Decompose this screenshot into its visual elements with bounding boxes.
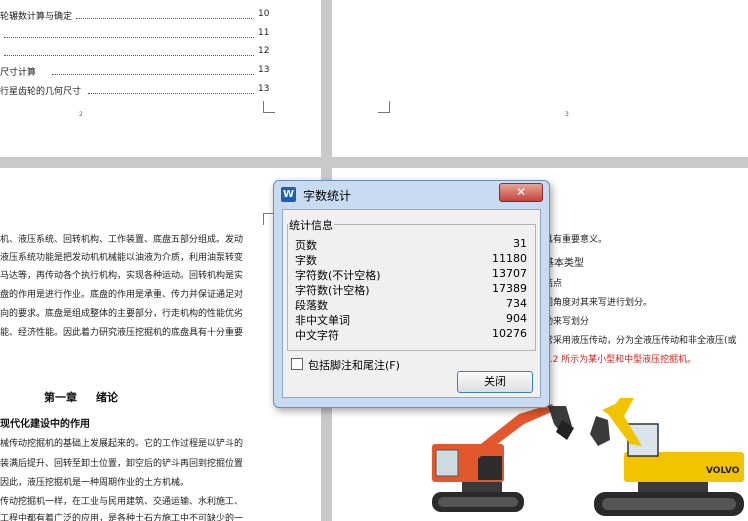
stat-row-non-chinese-words: 非中文单词 904 — [295, 312, 527, 327]
body-text-line: 因此，液压挖掘机是一种周期作业的土方机械。 — [0, 478, 190, 488]
toc-leader — [52, 65, 254, 75]
stats-group-label: 统计信息 — [288, 217, 334, 233]
orange-excavator — [432, 404, 574, 512]
stat-row-words: 字数 11180 — [295, 252, 527, 267]
chapter-label: 第一章 — [44, 391, 77, 404]
stat-label: 字符数(不计空格) — [295, 269, 381, 282]
toc-leader — [4, 46, 254, 56]
body-text-line: 机、液压系统、回转机构、工作装置、底盘五部分组成。发动 — [0, 235, 244, 245]
document-page-top-left: 轮辗数计算与确定 10 11 12 尺寸计算 13 行星齿轮的几何尺寸 13 2 — [0, 0, 321, 157]
toc-entry[interactable]: 11 — [0, 28, 270, 42]
body-text-line: 动来写划分 — [544, 317, 590, 327]
margin-corner-mark — [263, 101, 275, 113]
toc-entry-page: 13 — [258, 65, 270, 75]
yellow-excavator: VOLVO — [590, 398, 744, 516]
toc-entry[interactable]: 轮辗数计算与确定 10 — [0, 9, 270, 23]
close-button[interactable]: 关闭 — [457, 371, 533, 393]
toc-entry-page: 12 — [258, 46, 270, 56]
toc-leader — [88, 84, 254, 94]
toc-entry-title: 行星齿轮的几何尺寸 — [0, 87, 82, 97]
toc-entry-page: 11 — [258, 28, 270, 38]
brand-label: VOLVO — [706, 466, 740, 476]
stat-value: 734 — [506, 297, 527, 310]
toc-entry[interactable]: 行星齿轮的几何尺寸 13 — [0, 84, 270, 98]
body-text-line: 基本类型 — [544, 258, 584, 269]
stat-label: 中文字符 — [295, 329, 339, 342]
margin-corner-mark — [378, 101, 390, 113]
close-icon[interactable]: ✕ — [499, 183, 543, 202]
stat-value: 904 — [506, 312, 527, 325]
stat-label: 段落数 — [295, 299, 328, 312]
stat-row-chinese-chars: 中文字符 10276 — [295, 327, 527, 342]
stat-label: 页数 — [295, 239, 317, 252]
toc-entry[interactable]: 尺寸计算 13 — [0, 65, 270, 79]
stat-row-paragraphs: 段落数 734 — [295, 297, 527, 312]
stat-value: 31 — [513, 237, 527, 250]
wps-writer-icon: W — [281, 187, 296, 202]
toc-entry[interactable]: 12 — [0, 46, 270, 60]
stat-row-pages: 页数 31 — [295, 237, 527, 252]
dialog-titlebar[interactable]: W 字数统计 ✕ — [274, 181, 549, 208]
body-text-line: 常采用液压传动，分为全液压传动和非全液压(或 — [544, 336, 737, 346]
toc-leader — [76, 9, 252, 19]
page-number: 3 — [565, 111, 569, 118]
checkbox-label: 包括脚注和尾注(F) — [308, 359, 400, 372]
body-text-line: 工程中都有着广泛的应用，是各种土石方施工中不可缺少的一 — [0, 514, 244, 521]
checkbox-box[interactable] — [291, 358, 303, 370]
chapter-title: 绪论 — [96, 391, 118, 404]
toc-entry-title: 尺寸计算 — [0, 68, 37, 78]
stat-label: 非中文单词 — [295, 314, 350, 327]
stat-label: 字符数(计空格) — [295, 284, 370, 297]
toc-entry-title: 轮辗数计算与确定 — [0, 12, 73, 22]
stat-value: 13707 — [492, 267, 527, 280]
toc-entry-page: 10 — [258, 9, 270, 19]
stat-value: 10276 — [492, 327, 527, 340]
document-page-top-right: 3 — [332, 0, 748, 157]
stat-label: 字数 — [295, 254, 317, 267]
body-text-line: 液压系统功能是把发动机机械能以油液为介质，利用油泵转变 — [0, 253, 244, 263]
stat-value: 11180 — [492, 252, 527, 265]
toc-leader — [4, 28, 254, 38]
body-text-line: 装满后提升、回转至卸土位置，卸空后的铲斗再回到挖掘位置 — [0, 459, 244, 469]
excavator-figure: VOLVO — [432, 398, 744, 516]
body-text-line: 马达等，再传动各个执行机构，实现各种运动。回转机构是实 — [0, 271, 244, 281]
body-text-line: 同角度对其来写进行划分。 — [544, 298, 653, 308]
body-text-line: 能、经济性能。因此着力研究液压挖掘机的底盘具有十分重要 — [0, 328, 244, 338]
stat-row-chars-no-spaces: 字符数(不计空格) 13707 — [295, 267, 527, 282]
stat-row-chars-with-spaces: 字符数(计空格) 17389 — [295, 282, 527, 297]
body-text-line: 向的要求。底盘是组成整体的主要部分，行走机构的性能优劣 — [0, 309, 244, 319]
dialog-title: 字数统计 — [303, 189, 352, 203]
dialog-body: 统计信息 页数 31 字数 11180 字符数(不计空格) 13707 字符数(… — [282, 209, 541, 398]
page-number: 2 — [79, 111, 83, 118]
toc-entry-page: 13 — [258, 84, 270, 94]
body-text-line: 传动挖掘机一样，在工业与民用建筑、交通运输、水利施工、 — [0, 497, 244, 507]
body-text-line: 盘的作用是进行作业。底盘的作用是承重、传力并保证通足对 — [0, 290, 244, 300]
body-text-line: 具有重要意义。 — [544, 235, 608, 245]
section-heading: 现代化建设中的作用 — [0, 419, 90, 430]
word-count-dialog[interactable]: W 字数统计 ✕ 统计信息 页数 31 字数 11180 字符数(不计空格) 1… — [273, 180, 550, 408]
figure-caption-red: 1.2 所示为某小型和中型液压挖掘机。 — [544, 355, 697, 365]
stat-value: 17389 — [492, 282, 527, 295]
body-text-line: 械传动挖掘机的基础上发展起来的。它的工作过程是以铲斗的 — [0, 439, 244, 449]
